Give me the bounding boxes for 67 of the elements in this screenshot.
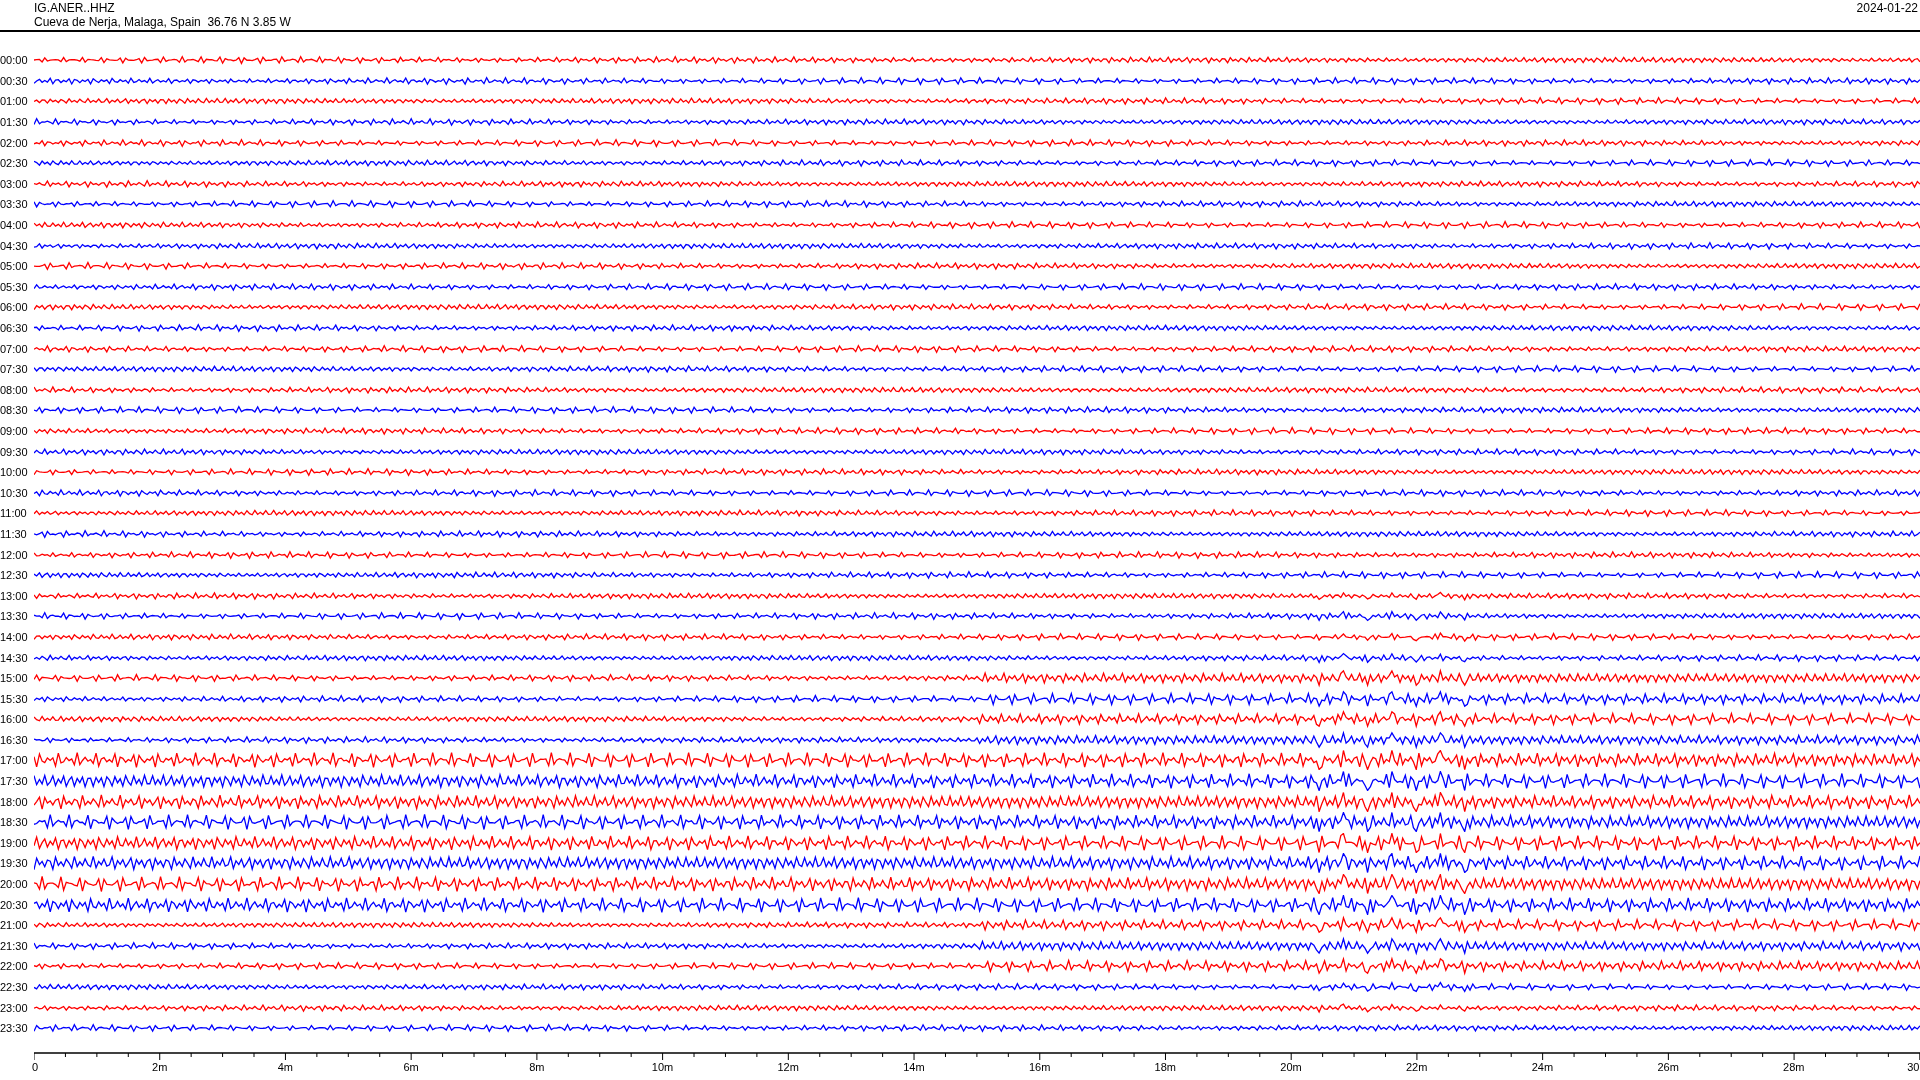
time-label: 13:30 (0, 610, 29, 623)
axis-tick-label: 12m (777, 1061, 799, 1073)
time-label: 20:00 (0, 878, 29, 891)
time-label: 05:30 (0, 280, 29, 293)
axis-tick-label: 20m (1280, 1061, 1302, 1073)
time-label: 02:00 (0, 136, 29, 149)
time-label: 21:00 (0, 919, 29, 932)
time-label: 10:30 (0, 486, 29, 499)
time-label: 14:00 (0, 630, 29, 643)
time-label: 22:00 (0, 960, 29, 973)
time-label: 15:30 (0, 692, 29, 705)
time-label: 03:00 (0, 177, 29, 190)
time-label: 11:00 (0, 507, 28, 520)
axis-tick-label: 16m (1028, 1061, 1051, 1073)
axis-tick-label: 26m (1657, 1061, 1679, 1073)
time-label: 08:30 (0, 404, 29, 417)
time-label: 09:30 (0, 445, 29, 458)
time-label: 17:00 (0, 754, 29, 767)
time-label: 11:30 (0, 527, 28, 540)
time-label: 16:00 (0, 713, 29, 726)
axis-tick-label: 24m (1531, 1061, 1554, 1073)
station-location: Cueva de Nerja, Malaga, Spain 36.76 N 3.85 W (34, 15, 291, 29)
time-label: 06:00 (0, 301, 29, 314)
time-label: 23:30 (0, 1022, 29, 1035)
axis-tick-label: 18m (1154, 1061, 1176, 1073)
plot-date: 2024-01-22 (1856, 1, 1918, 15)
time-label: 10:00 (0, 466, 29, 479)
time-label: 18:30 (0, 816, 29, 829)
time-label: 14:30 (0, 651, 29, 664)
time-label: 07:00 (0, 342, 29, 355)
time-label: 03:30 (0, 198, 29, 211)
time-label: 08:00 (0, 383, 29, 396)
station-code: IG.ANER..HHZ (34, 1, 116, 15)
time-label: 18:00 (0, 795, 29, 808)
time-label: 01:00 (0, 95, 29, 108)
time-label: 09:00 (0, 425, 29, 437)
time-label: 04:00 (0, 219, 29, 232)
axis-tick-label: 28m (1783, 1061, 1805, 1073)
time-label: 13:00 (0, 589, 29, 602)
axis-tick-label: 6m (403, 1061, 419, 1073)
time-label: 06:30 (0, 322, 29, 334)
time-label: 05:00 (0, 260, 29, 273)
time-label: 22:30 (0, 981, 29, 993)
axis-tick-label: 0 (32, 1061, 39, 1073)
time-label: 21:30 (0, 939, 29, 952)
time-label: 12:30 (0, 569, 29, 582)
axis-tick-label: 14m (903, 1061, 925, 1073)
time-label: 02:30 (0, 157, 29, 170)
time-label: 19:30 (0, 857, 29, 870)
time-label: 00:00 (0, 54, 29, 67)
time-label: 15:00 (0, 672, 29, 685)
time-label: 19:00 (0, 836, 29, 849)
axis-tick-label: 8m (529, 1061, 545, 1073)
axis-tick-label: 10m (651, 1061, 674, 1073)
time-label: 04:30 (0, 239, 29, 252)
time-label: 00:30 (0, 74, 29, 87)
time-label: 12:00 (0, 548, 29, 561)
axis-tick-label: 4m (277, 1061, 294, 1073)
time-label: 16:30 (0, 733, 29, 746)
axis-tick-label: 22m (1406, 1061, 1428, 1073)
time-label: 23:00 (0, 1001, 29, 1014)
time-label: 17:30 (0, 775, 29, 788)
axis-tick-label: 2m (152, 1061, 168, 1073)
time-label: 20:30 (0, 898, 29, 911)
time-label: 01:30 (0, 116, 29, 129)
time-label: 07:30 (0, 363, 29, 376)
axis-tick-label: 30 (1907, 1061, 1920, 1073)
